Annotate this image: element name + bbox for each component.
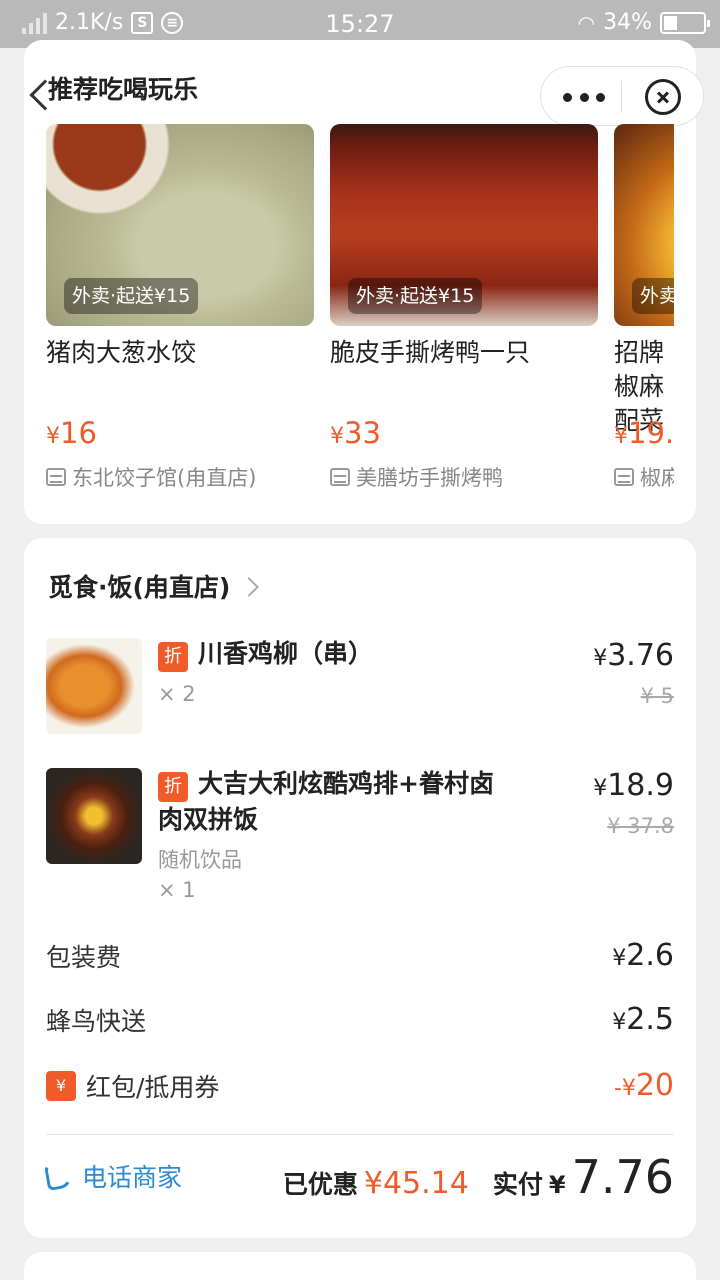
price-value: 18.9 (607, 768, 674, 803)
currency-symbol: ¥ (593, 646, 608, 671)
shop-label: 美膳坊手撕烤鸭 (356, 466, 503, 490)
item-original-price: ¥ 37.8 (607, 814, 674, 838)
shop-icon (330, 468, 350, 486)
currency-symbol: ¥ (612, 1010, 627, 1035)
fee-value: ¥2.5 (612, 1002, 674, 1037)
item-quantity: × 1 (158, 878, 196, 902)
item-price: ¥3.76 (593, 638, 674, 673)
coupon-label-group: ¥ 红包/抵用券 (46, 1068, 219, 1104)
currency-symbol: ¥ (612, 946, 627, 971)
food-image: 外卖 (614, 124, 674, 326)
delivery-fee-row: 蜂鸟快送 ¥2.5 (46, 1002, 674, 1042)
battery-percent: 34% (603, 10, 652, 35)
delivery-badge: 外卖 (632, 278, 674, 314)
item-name: 川香鸡柳（串） (198, 639, 374, 668)
wifi-icon: ◠ (577, 10, 596, 35)
coupon-row: ¥ 红包/抵用券 -¥20 (46, 1068, 674, 1108)
shop-link[interactable]: 觅食·饭(甪直店) (48, 568, 260, 604)
packaging-fee-row: 包装费 ¥2.6 (46, 938, 674, 978)
currency-symbol: ¥ (46, 424, 60, 449)
food-image: 外卖·起送¥15 (330, 124, 598, 326)
shop-name: 椒麻 (614, 462, 674, 492)
price-value: 19.7 (628, 416, 674, 450)
next-card (24, 1252, 696, 1280)
fee-label: 包装费 (46, 943, 122, 972)
item-quantity: × 2 (158, 682, 196, 706)
item-image (46, 768, 142, 864)
shop-name: 美膳坊手撕烤鸭 (330, 462, 503, 492)
item-image (46, 638, 142, 734)
currency-symbol: ¥ (593, 776, 608, 801)
shop-icon (46, 468, 66, 486)
currency-symbol: ¥ (614, 424, 628, 449)
fee-value: ¥2.6 (612, 938, 674, 973)
currency-symbol: ¥ (330, 424, 344, 449)
delivery-badge: 外卖·起送¥15 (348, 278, 483, 314)
food-image: 外卖·起送¥15 (46, 124, 314, 326)
recommendation-list[interactable]: 外卖·起送¥15 猪肉大葱水饺 ¥16 东北饺子馆(甪直店) 外卖·起送¥15 … (46, 124, 674, 514)
status-right: ◠ 34% (577, 10, 710, 35)
battery-icon (660, 11, 710, 34)
paid-currency: ¥ (548, 1171, 566, 1199)
food-price: ¥33 (330, 416, 381, 450)
fee-label: 蜂鸟快送 (46, 1007, 147, 1036)
order-shop-name: 觅食·饭(甪直店) (48, 573, 231, 602)
order-item: 折 大吉大利炫酷鸡排+眷村卤肉双拼饭 随机饮品 × 1 ¥18.9 ¥ 37.8 (46, 768, 674, 908)
divider (46, 1134, 674, 1135)
food-price: ¥19.7 (614, 416, 674, 450)
delivery-badge: 外卖·起送¥15 (64, 278, 199, 314)
call-merchant-button[interactable]: 电话商家 (43, 1158, 183, 1194)
order-card: 觅食·饭(甪直店) 折 川香鸡柳（串） × 2 ¥3.76 ¥ 5 折 大吉大利… (24, 538, 696, 1238)
shop-name: 东北饺子馆(甪直店) (46, 462, 256, 492)
chevron-right-icon (239, 577, 260, 597)
item-original-price: ¥ 5 (640, 684, 674, 708)
fee-value: -¥20 (614, 1068, 674, 1103)
phone-icon (43, 1160, 75, 1192)
recommendation-item[interactable]: 外卖 招牌椒麻配菜 ¥19.7 椒麻 (614, 124, 674, 514)
shop-label: 椒麻 (640, 466, 674, 490)
food-name: 脆皮手撕烤鸭一只 (330, 338, 531, 367)
price-value: 3.76 (607, 638, 674, 673)
item-name: 大吉大利炫酷鸡排+眷村卤肉双拼饭 (158, 769, 494, 834)
mini-program-capsule (540, 66, 704, 126)
item-note: 随机饮品 (158, 848, 242, 872)
recommendation-item[interactable]: 外卖·起送¥15 脆皮手撕烤鸭一只 ¥33 美膳坊手撕烤鸭 (330, 124, 598, 514)
call-merchant-label: 电话商家 (82, 1163, 183, 1192)
price-value: 16 (60, 416, 97, 450)
fee-amount: 2.6 (626, 938, 674, 973)
order-totals: 已优惠 ¥45.14 实付 ¥ 7.76 (283, 1150, 674, 1204)
fee-label: 红包/抵用券 (86, 1073, 220, 1102)
fee-amount: 2.5 (626, 1002, 674, 1037)
saved-label: 已优惠 (282, 1170, 358, 1199)
order-item: 折 川香鸡柳（串） × 2 ¥3.76 ¥ 5 (46, 638, 674, 748)
shop-icon (614, 468, 634, 486)
saved-value: ¥45.14 (363, 1166, 469, 1201)
fee-amount: 20 (635, 1068, 674, 1103)
more-icon[interactable] (563, 87, 605, 107)
paid-value: 7.76 (571, 1150, 674, 1204)
food-name: 猪肉大葱水饺 (46, 338, 197, 367)
food-price: ¥16 (46, 416, 97, 450)
price-value: 33 (344, 416, 381, 450)
recommendation-card: 推荐吃喝玩乐 外卖·起送¥15 猪肉大葱水饺 ¥16 东北饺子馆(甪直店) 外卖… (24, 40, 704, 524)
item-price: ¥18.9 (593, 768, 674, 803)
recommendation-item[interactable]: 外卖·起送¥15 猪肉大葱水饺 ¥16 东北饺子馆(甪直店) (46, 124, 314, 514)
paid-label: 实付 (492, 1170, 543, 1199)
close-icon[interactable] (645, 79, 681, 115)
page-title: 推荐吃喝玩乐 (48, 75, 199, 104)
red-packet-icon: ¥ (46, 1071, 76, 1101)
currency-symbol: -¥ (613, 1076, 636, 1101)
capsule-divider (621, 81, 622, 113)
shop-label: 东北饺子馆(甪直店) (72, 466, 257, 490)
